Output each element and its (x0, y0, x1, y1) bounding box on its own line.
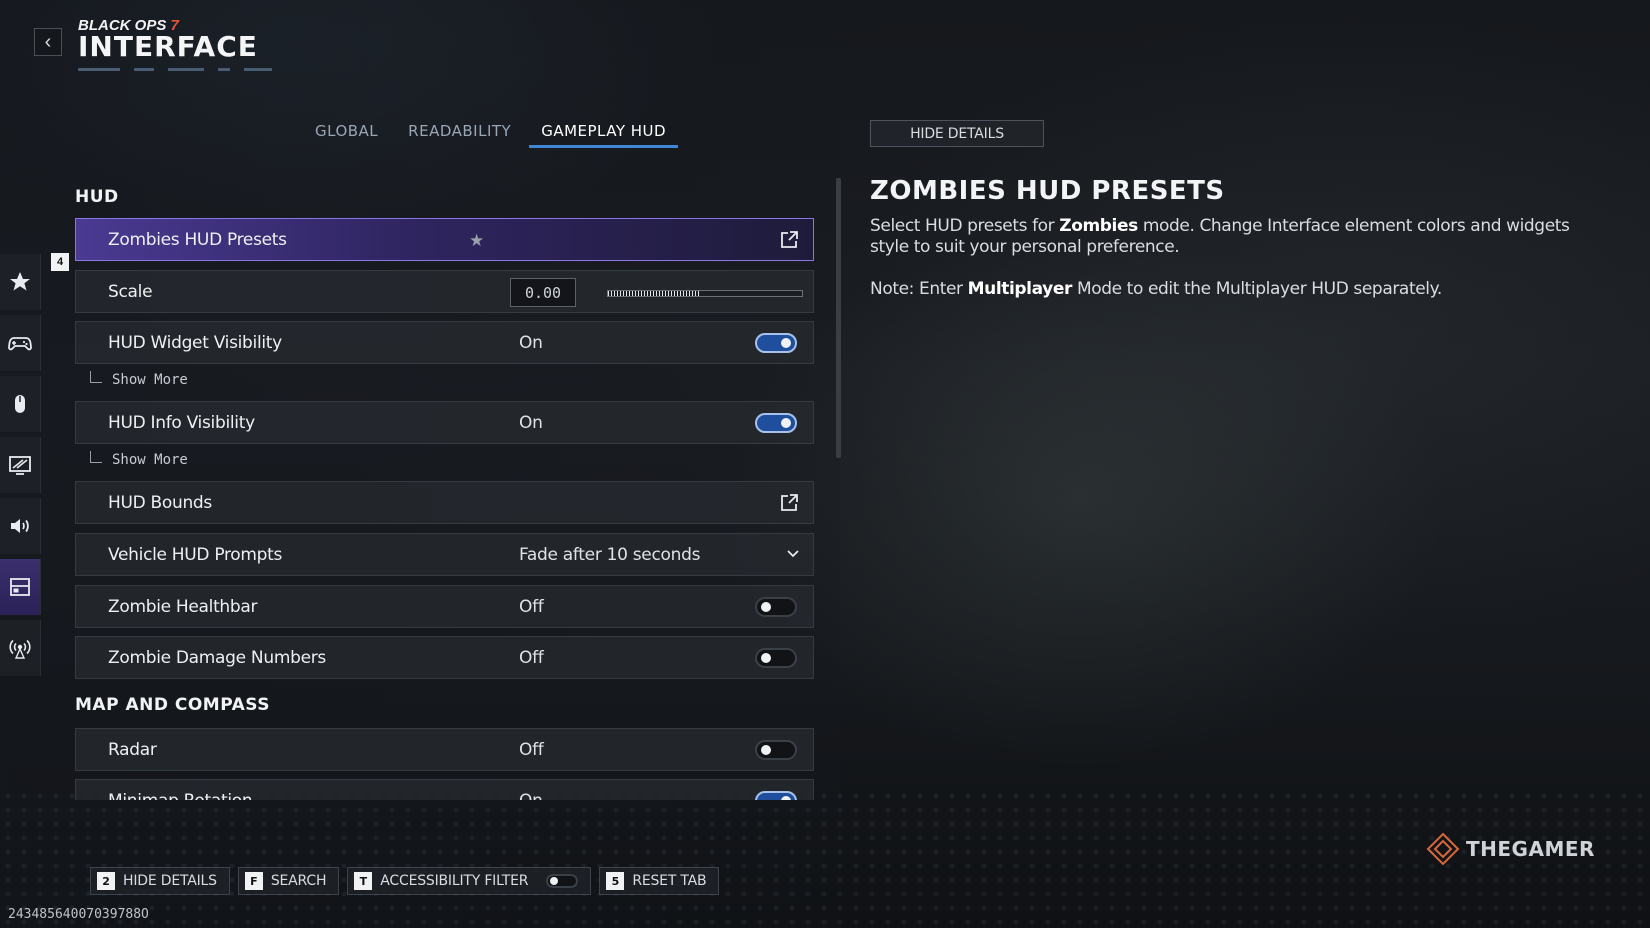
settings-list: Zombies HUD Presets ★ Scale 0.00 HUD Wid… (75, 0, 815, 800)
radar-toggle[interactable] (755, 740, 797, 760)
setting-label: Zombies HUD Presets (108, 229, 287, 250)
watermark-text: THEGAMER (1466, 837, 1595, 861)
back-button[interactable]: ‹ (34, 28, 62, 56)
footer-label: HIDE DETAILS (123, 873, 217, 889)
section-heading-map-and-compass: MAP AND COMPASS (75, 695, 270, 715)
favorite-star-icon[interactable]: ★ (469, 231, 484, 251)
footer-label: RESET TAB (632, 873, 707, 889)
footer-accessibility-filter-button[interactable]: T ACCESSIBILITY FILTER (347, 867, 592, 895)
category-rail (0, 254, 41, 681)
setting-label: Minimap Rotation (108, 791, 253, 801)
open-external-icon (781, 231, 798, 248)
hide-details-button[interactable]: HIDE DETAILS (870, 120, 1044, 147)
setting-label: HUD Widget Visibility (108, 332, 282, 353)
setting-label: Scale (108, 281, 153, 302)
build-id: 24348564007039788O (8, 907, 149, 922)
setting-label: Zombie Damage Numbers (108, 647, 326, 668)
footer-search-button[interactable]: F SEARCH (237, 867, 340, 895)
rail-item-controller[interactable] (0, 315, 41, 371)
setting-hud-widget-visibility[interactable]: HUD Widget Visibility On (75, 321, 814, 364)
rail-item-mouse[interactable] (0, 376, 41, 432)
setting-label: HUD Info Visibility (108, 412, 255, 433)
audio-icon (11, 519, 29, 533)
footer-label: SEARCH (270, 873, 327, 889)
display-icon (9, 456, 31, 475)
open-external-icon (781, 494, 798, 511)
setting-hud-bounds[interactable]: HUD Bounds (75, 481, 814, 524)
hud-widget-visibility-toggle[interactable] (755, 333, 797, 353)
setting-zombies-hud-presets[interactable]: Zombies HUD Presets ★ (75, 218, 814, 261)
zombie-healthbar-toggle[interactable] (755, 597, 797, 617)
setting-value: On (519, 412, 543, 433)
minimap-rotation-toggle[interactable] (755, 791, 797, 800)
setting-value: Off (519, 647, 544, 668)
footer-reset-tab-button[interactable]: 5 RESET TAB (599, 867, 720, 895)
show-more-label: Show More (112, 452, 188, 468)
show-more-widget[interactable]: Show More (90, 368, 188, 392)
rail-item-favorites[interactable] (0, 254, 41, 310)
chevron-down-icon (787, 550, 799, 558)
footer-label: ACCESSIBILITY FILTER (380, 873, 529, 889)
thegamer-logo-icon (1426, 832, 1460, 866)
setting-value: Off (519, 739, 544, 760)
details-title: ZOMBIES HUD PRESETS (870, 176, 1225, 206)
setting-minimap-rotation[interactable]: Minimap Rotation On (75, 779, 814, 800)
chevron-left-icon: ‹ (44, 31, 52, 53)
rail-item-network[interactable] (0, 620, 41, 676)
details-emphasis: Multiplayer (967, 279, 1073, 299)
setting-value: On (519, 332, 543, 353)
show-more-label: Show More (112, 372, 188, 388)
setting-radar[interactable]: Radar Off (75, 728, 814, 771)
watermark: THEGAMER (1426, 832, 1595, 866)
key-hint: 2 (97, 872, 115, 890)
key-hint: F (244, 872, 263, 890)
rail-item-audio[interactable] (0, 498, 41, 554)
setting-label: Zombie Healthbar (108, 596, 258, 617)
hud-info-visibility-toggle[interactable] (755, 413, 797, 433)
mouse-icon (15, 395, 25, 413)
details-note: Note: Enter Multiplayer Mode to edit the… (870, 279, 1442, 299)
setting-label: Vehicle HUD Prompts (108, 544, 283, 565)
footer-actions: 2 HIDE DETAILS F SEARCH T ACCESSIBILITY … (90, 867, 720, 895)
setting-zombie-damage-numbers[interactable]: Zombie Damage Numbers Off (75, 636, 814, 679)
rail-shortcut-badge: 4 (51, 253, 69, 271)
accessibility-filter-toggle[interactable] (546, 874, 579, 888)
setting-label: Radar (108, 739, 157, 760)
controller-icon (8, 337, 32, 351)
details-text: Select HUD presets for (870, 216, 1060, 236)
tree-elbow-icon (90, 371, 102, 383)
setting-zombie-healthbar[interactable]: Zombie Healthbar Off (75, 585, 814, 628)
hex-pattern-floor (0, 788, 1650, 928)
setting-vehicle-hud-prompts[interactable]: Vehicle HUD Prompts Fade after 10 second… (75, 533, 814, 576)
scale-slider-fill (608, 291, 700, 296)
details-text: Mode to edit the Multiplayer HUD separat… (1071, 279, 1442, 299)
zombie-damage-numbers-toggle[interactable] (755, 648, 797, 668)
show-more-info[interactable]: Show More (90, 448, 188, 472)
key-hint: T (354, 872, 373, 890)
star-icon (10, 272, 30, 291)
details-text: Note: Enter (870, 279, 968, 299)
setting-hud-info-visibility[interactable]: HUD Info Visibility On (75, 401, 814, 444)
setting-value: On (519, 791, 543, 801)
settings-scrollbar[interactable] (836, 178, 841, 458)
rail-item-display[interactable] (0, 437, 41, 493)
footer-hide-details-button[interactable]: 2 HIDE DETAILS (90, 867, 230, 895)
scale-value-input[interactable]: 0.00 (510, 278, 576, 307)
setting-scale[interactable]: Scale 0.00 (75, 270, 814, 313)
vehicle-hud-prompts-select[interactable]: Fade after 10 seconds (519, 545, 700, 565)
setting-label: HUD Bounds (108, 492, 212, 513)
setting-value: Off (519, 596, 544, 617)
details-description: Select HUD presets for Zombies mode. Cha… (870, 216, 1590, 258)
rail-item-interface[interactable] (0, 559, 41, 615)
key-hint: 5 (606, 872, 625, 890)
network-icon (9, 639, 31, 659)
interface-icon (10, 578, 30, 596)
tree-elbow-icon (90, 451, 102, 463)
details-emphasis: Zombies (1059, 216, 1138, 236)
scale-slider[interactable] (607, 290, 803, 297)
